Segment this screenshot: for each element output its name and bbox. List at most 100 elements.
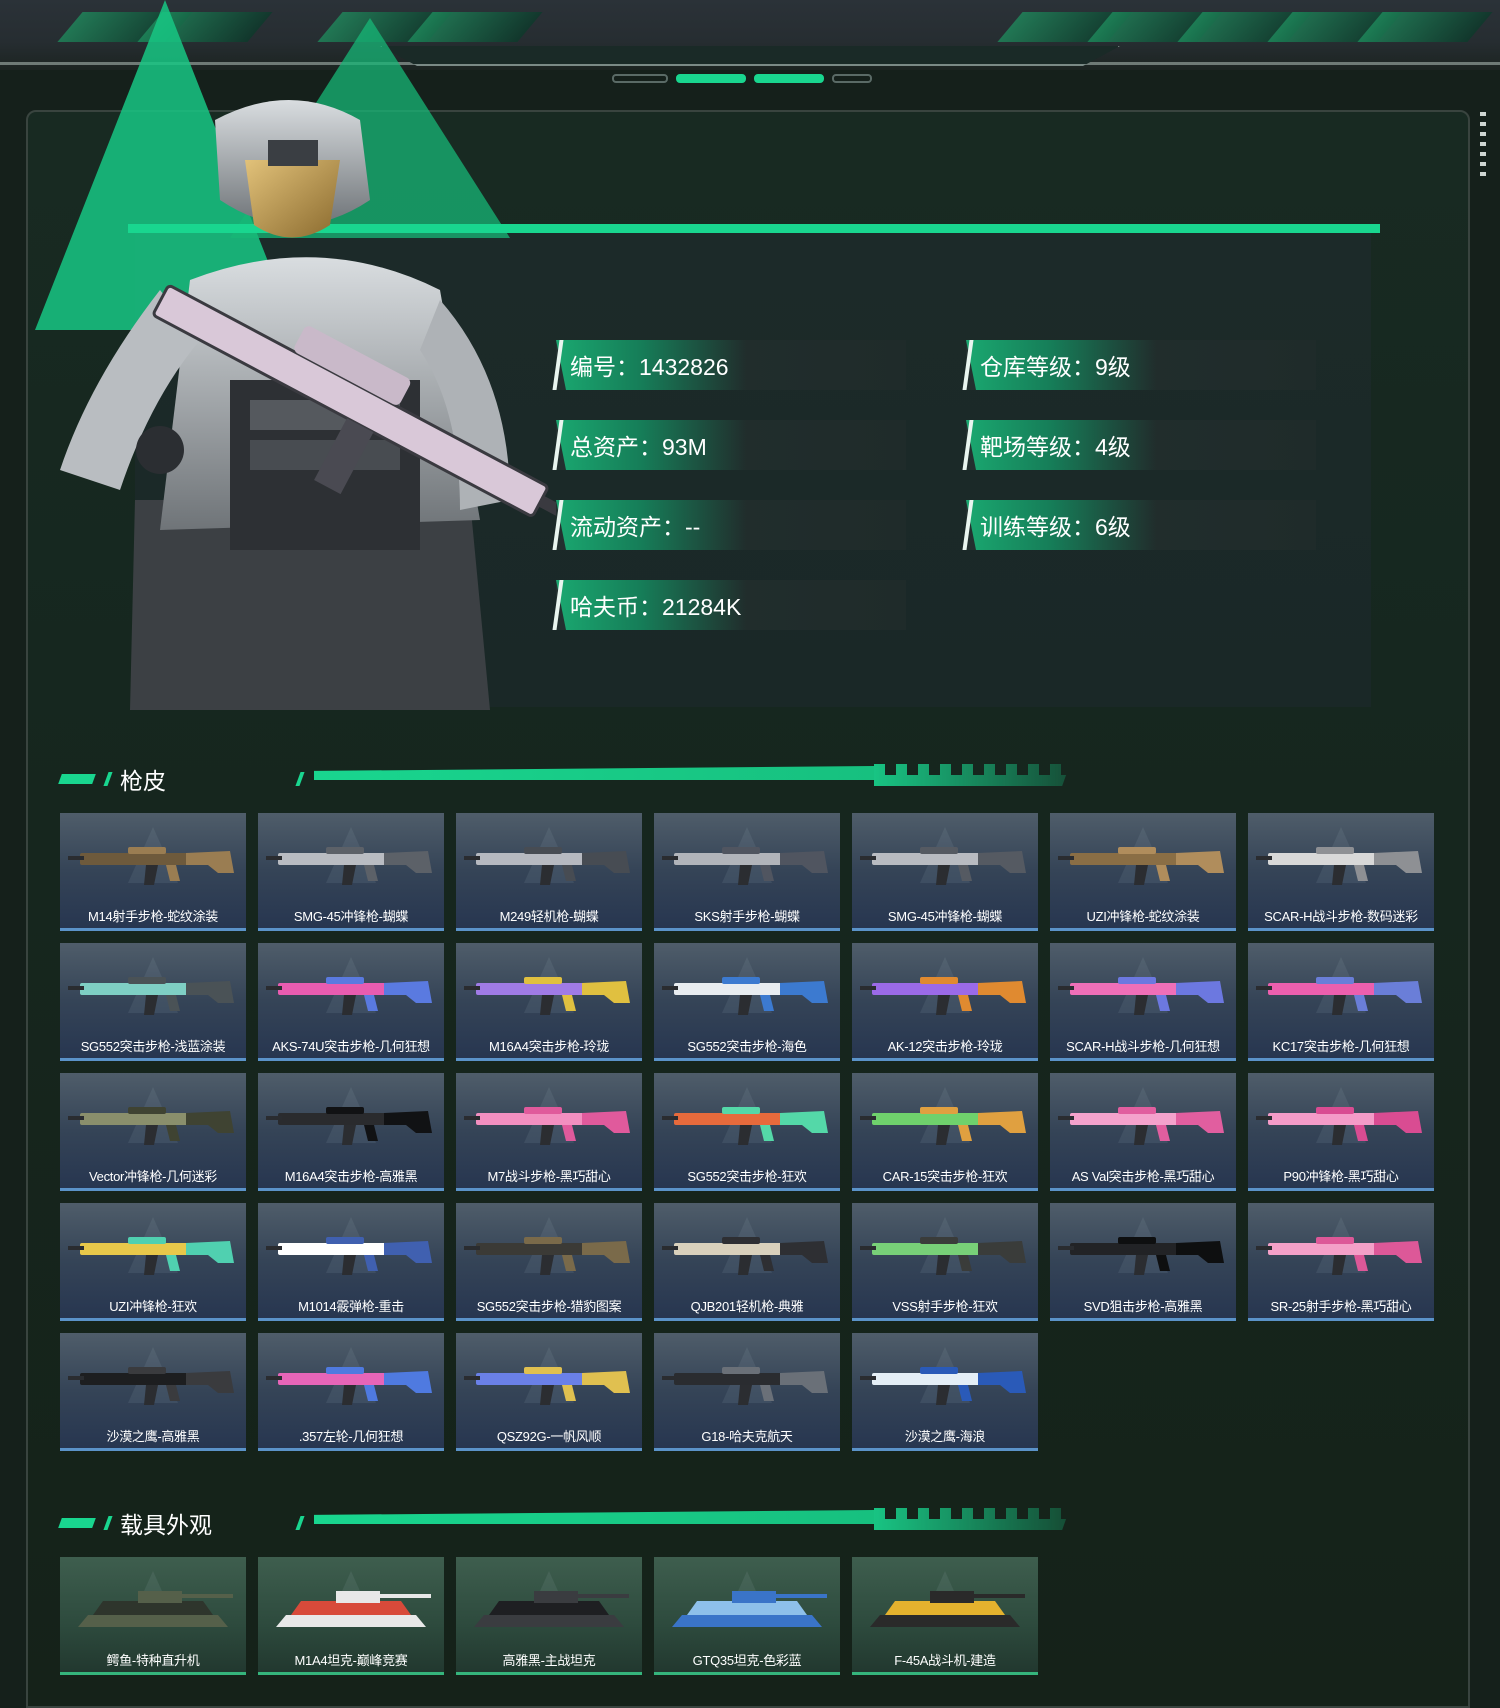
weapon-image bbox=[860, 1237, 1026, 1275]
weapon-image bbox=[266, 1367, 432, 1405]
skin-card[interactable]: CAR-15突击步枪-狂欢 bbox=[852, 1073, 1038, 1191]
skin-name: P90冲锋枪-黑巧甜心 bbox=[1283, 1169, 1399, 1184]
skin-card[interactable]: QSZ92G-一帆风顺 bbox=[456, 1333, 642, 1451]
skin-card[interactable]: P90冲锋枪-黑巧甜心 bbox=[1248, 1073, 1434, 1191]
weapon-image bbox=[68, 847, 234, 885]
skin-card[interactable]: AKS-74U突击步枪-几何狂想 bbox=[258, 943, 444, 1061]
weapon-image bbox=[860, 1367, 1026, 1405]
skin-name: SG552突击步枪-海色 bbox=[687, 1039, 807, 1054]
weapon-image bbox=[1058, 977, 1224, 1015]
skin-card[interactable]: VSS射手步枪-狂欢 bbox=[852, 1203, 1038, 1321]
skin-card[interactable]: M7战斗步枪-黑巧甜心 bbox=[456, 1073, 642, 1191]
green-slash-marker-icon bbox=[103, 772, 113, 786]
skin-card[interactable]: M14射手步枪-蛇纹涂装 bbox=[60, 813, 246, 931]
weapon-image bbox=[464, 847, 630, 885]
skin-name: M1014霰弹枪-重击 bbox=[298, 1299, 404, 1314]
skin-card[interactable]: SG552突击步枪-猎豹图案 bbox=[456, 1203, 642, 1321]
skin-name: G18-哈夫克航天 bbox=[701, 1429, 793, 1444]
vehicle-card[interactable]: GTQ35坦克-色彩蓝 bbox=[654, 1557, 840, 1675]
info-training-level-text: 训练等级：6级 bbox=[980, 514, 1131, 540]
skin-name: SMG-45冲锋枪-蝴蝶 bbox=[887, 909, 1003, 924]
skin-card[interactable]: .357左轮-几何狂想 bbox=[258, 1333, 444, 1451]
skin-card[interactable]: M1014霰弹枪-重击 bbox=[258, 1203, 444, 1321]
vehicle-image bbox=[78, 1591, 233, 1627]
info-warehouse-level-text: 仓库等级：9级 bbox=[980, 354, 1131, 380]
skin-card[interactable]: SG552突击步枪-狂欢 bbox=[654, 1073, 840, 1191]
section-divider-line bbox=[314, 766, 874, 780]
skin-card[interactable]: SCAR-H战斗步枪-几何狂想 bbox=[1050, 943, 1236, 1061]
vehicle-image bbox=[870, 1591, 1025, 1627]
skin-card[interactable]: 沙漠之鹰-高雅黑 bbox=[60, 1333, 246, 1451]
scroll-indicator-dots bbox=[1480, 112, 1486, 182]
weapon-image bbox=[1256, 1107, 1422, 1145]
indicator-pill-active bbox=[676, 74, 746, 83]
vehicle-card[interactable]: M1A4坦克-巅峰竞赛 bbox=[258, 1557, 444, 1675]
section-header-skins: 枪皮 bbox=[58, 758, 1070, 798]
info-range-level: 靶场等级：4级 bbox=[966, 420, 1316, 470]
vehicle-name: F-45A战斗机-建造 bbox=[894, 1653, 996, 1668]
skin-card[interactable]: M16A4突击步枪-高雅黑 bbox=[258, 1073, 444, 1191]
info-warehouse-level: 仓库等级：9级 bbox=[966, 340, 1316, 390]
weapon-image bbox=[1058, 1107, 1224, 1145]
skin-name: SCAR-H战斗步枪-几何狂想 bbox=[1066, 1039, 1220, 1054]
skin-name: UZI冲锋枪-狂欢 bbox=[109, 1299, 197, 1314]
skin-name: M14射手步枪-蛇纹涂装 bbox=[87, 909, 219, 924]
weapon-image bbox=[68, 1237, 234, 1275]
section-divider-tick bbox=[295, 1516, 305, 1530]
skin-name: M16A4突击步枪-高雅黑 bbox=[284, 1169, 418, 1184]
info-training-level: 训练等级：6级 bbox=[966, 500, 1316, 550]
weapon-image bbox=[68, 1367, 234, 1405]
info-total-assets-text: 总资产：93M bbox=[570, 434, 707, 460]
skin-name: Vector冲锋枪-几何迷彩 bbox=[89, 1169, 217, 1184]
skin-name: 沙漠之鹰-海浪 bbox=[904, 1429, 986, 1444]
vehicle-name: 鳄鱼-特种直升机 bbox=[106, 1653, 200, 1668]
vehicle-name: M1A4坦克-巅峰竞赛 bbox=[294, 1653, 408, 1668]
skin-card[interactable]: UZI冲锋枪-蛇纹涂装 bbox=[1050, 813, 1236, 931]
weapon-image bbox=[662, 1367, 828, 1405]
vehicle-card[interactable]: F-45A战斗机-建造 bbox=[852, 1557, 1038, 1675]
skin-name: M249轻机枪-蝴蝶 bbox=[499, 909, 599, 924]
skin-card[interactable]: AK-12突击步枪-玲珑 bbox=[852, 943, 1038, 1061]
info-liquid-assets-text: 流动资产：-- bbox=[570, 514, 701, 540]
skin-card[interactable]: QJB201轻机枪-典雅 bbox=[654, 1203, 840, 1321]
info-range-level-text: 靶场等级：4级 bbox=[980, 434, 1131, 460]
skin-card[interactable]: 沙漠之鹰-海浪 bbox=[852, 1333, 1038, 1451]
skin-name: SG552突击步枪-狂欢 bbox=[687, 1169, 807, 1184]
header-stripe bbox=[1357, 12, 1493, 42]
weapon-image bbox=[860, 1107, 1026, 1145]
weapon-image bbox=[68, 1107, 234, 1145]
skin-card[interactable]: SVD狙击步枪-高雅黑 bbox=[1050, 1203, 1236, 1321]
weapon-image bbox=[1058, 847, 1224, 885]
skin-card[interactable]: SMG-45冲锋枪-蝴蝶 bbox=[258, 813, 444, 931]
skin-card[interactable]: AS Val突击步枪-黑巧甜心 bbox=[1050, 1073, 1236, 1191]
weapon-image bbox=[464, 977, 630, 1015]
section-checker-pattern bbox=[874, 764, 1070, 786]
skin-card[interactable]: Vector冲锋枪-几何迷彩 bbox=[60, 1073, 246, 1191]
skin-name: SMG-45冲锋枪-蝴蝶 bbox=[293, 909, 409, 924]
skin-card[interactable]: M16A4突击步枪-玲珑 bbox=[456, 943, 642, 1061]
skin-card[interactable]: G18-哈夫克航天 bbox=[654, 1333, 840, 1451]
info-haf-coin-text: 哈夫币：21284K bbox=[570, 594, 742, 620]
skin-card[interactable]: SR-25射手步枪-黑巧甜心 bbox=[1248, 1203, 1434, 1321]
weapon-image bbox=[1256, 1237, 1422, 1275]
weapon-image bbox=[266, 1237, 432, 1275]
skin-card[interactable]: SG552突击步枪-浅蓝涂装 bbox=[60, 943, 246, 1061]
skin-name: 沙漠之鹰-高雅黑 bbox=[106, 1429, 200, 1444]
section-header-vehicles: 载具外观 bbox=[58, 1502, 1070, 1542]
skin-name: AS Val突击步枪-黑巧甜心 bbox=[1071, 1169, 1215, 1184]
skin-card[interactable]: SKS射手步枪-蝴蝶 bbox=[654, 813, 840, 931]
skin-card[interactable]: SG552突击步枪-海色 bbox=[654, 943, 840, 1061]
weapon-image bbox=[464, 1107, 630, 1145]
vehicle-card[interactable]: 鳄鱼-特种直升机 bbox=[60, 1557, 246, 1675]
skin-card[interactable]: UZI冲锋枪-狂欢 bbox=[60, 1203, 246, 1321]
skin-name: VSS射手步枪-狂欢 bbox=[892, 1299, 998, 1314]
skin-card[interactable]: SMG-45冲锋枪-蝴蝶 bbox=[852, 813, 1038, 931]
weapon-image bbox=[662, 977, 828, 1015]
info-total-assets: 总资产：93M bbox=[556, 420, 906, 470]
info-haf-coin: 哈夫币：21284K bbox=[556, 580, 906, 630]
skin-card[interactable]: SCAR-H战斗步枪-数码迷彩 bbox=[1248, 813, 1434, 931]
vehicle-card[interactable]: 高雅黑-主战坦克 bbox=[456, 1557, 642, 1675]
skin-card[interactable]: M249轻机枪-蝴蝶 bbox=[456, 813, 642, 931]
operator-portrait bbox=[60, 100, 579, 710]
skin-card[interactable]: KC17突击步枪-几何狂想 bbox=[1248, 943, 1434, 1061]
